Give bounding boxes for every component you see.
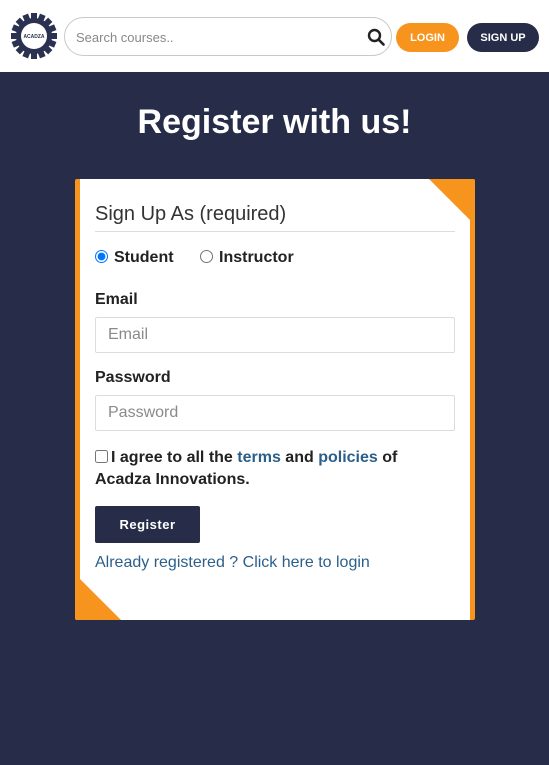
policies-link[interactable]: policies bbox=[318, 449, 378, 466]
instructor-label: Instructor bbox=[219, 249, 294, 266]
already-registered-link[interactable]: Already registered ? Click here to login bbox=[95, 554, 370, 572]
agree-and: and bbox=[285, 449, 314, 466]
password-field[interactable] bbox=[95, 395, 455, 431]
top-navbar: ACADZA LOGIN SIGN UP bbox=[0, 0, 549, 72]
agree-prefix: I agree to all the bbox=[111, 449, 233, 466]
logo-text: ACADZA bbox=[23, 34, 44, 40]
email-label: Email bbox=[95, 291, 138, 308]
password-label: Password bbox=[95, 369, 171, 386]
terms-link[interactable]: terms bbox=[237, 449, 281, 466]
role-student[interactable]: Student bbox=[95, 249, 174, 267]
agree-terms: I agree to all the terms and policies of… bbox=[95, 447, 455, 491]
signup-button[interactable]: SIGN UP bbox=[467, 23, 539, 52]
instructor-radio[interactable] bbox=[200, 250, 213, 263]
email-field[interactable] bbox=[95, 317, 455, 353]
search-bar bbox=[64, 17, 392, 56]
acadza-logo[interactable]: ACADZA bbox=[10, 12, 58, 60]
page-title: Register with us! bbox=[137, 103, 412, 141]
corner-decoration-bottom-left bbox=[75, 574, 121, 620]
search-input[interactable] bbox=[76, 26, 356, 48]
login-button[interactable]: LOGIN bbox=[396, 23, 459, 52]
search-icon[interactable] bbox=[367, 28, 385, 46]
company-name: Acadza Innovations. bbox=[95, 471, 250, 488]
student-radio[interactable] bbox=[95, 250, 108, 263]
agree-checkbox[interactable] bbox=[95, 450, 108, 463]
signup-as-legend: Sign Up As (required) bbox=[95, 203, 455, 232]
student-label: Student bbox=[114, 249, 174, 266]
role-instructor[interactable]: Instructor bbox=[200, 249, 294, 267]
register-button[interactable]: Register bbox=[95, 506, 200, 543]
agree-of: of bbox=[382, 449, 398, 466]
